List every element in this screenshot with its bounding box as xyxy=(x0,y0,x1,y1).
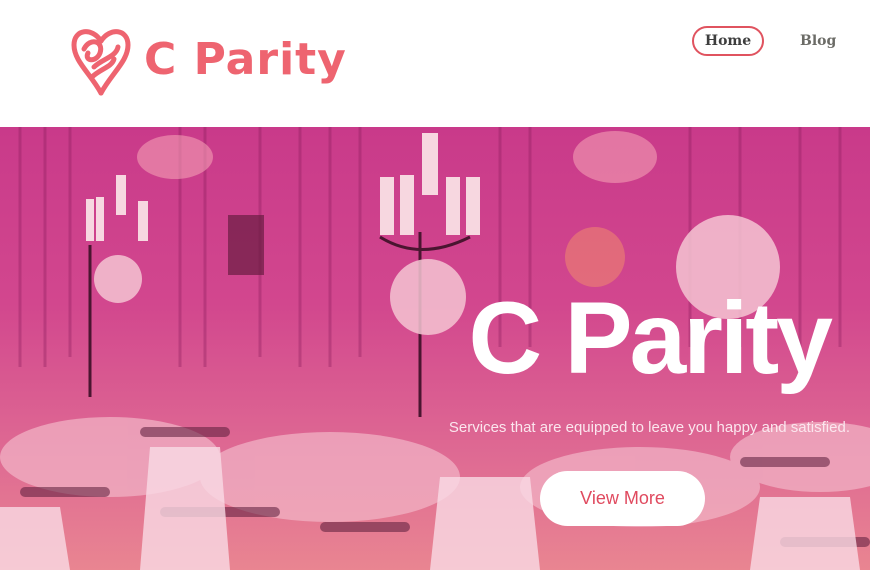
nav-blog-link[interactable]: Blog xyxy=(800,26,836,56)
heart-swirl-logo-icon xyxy=(71,29,131,96)
view-more-button[interactable]: View More xyxy=(540,471,705,526)
hero-banner: C Parity Services that are equipped to l… xyxy=(0,127,870,570)
brand-logo[interactable]: C Parity xyxy=(70,20,360,100)
brand-name: C Parity xyxy=(144,34,347,85)
main-nav: Home Blog xyxy=(692,26,836,56)
nav-home-link[interactable]: Home xyxy=(692,26,764,56)
site-header: C Parity Home Blog xyxy=(0,0,870,127)
hero-subtitle: Services that are equipped to leave you … xyxy=(448,419,850,436)
hero-title: C Parity xyxy=(468,281,834,395)
